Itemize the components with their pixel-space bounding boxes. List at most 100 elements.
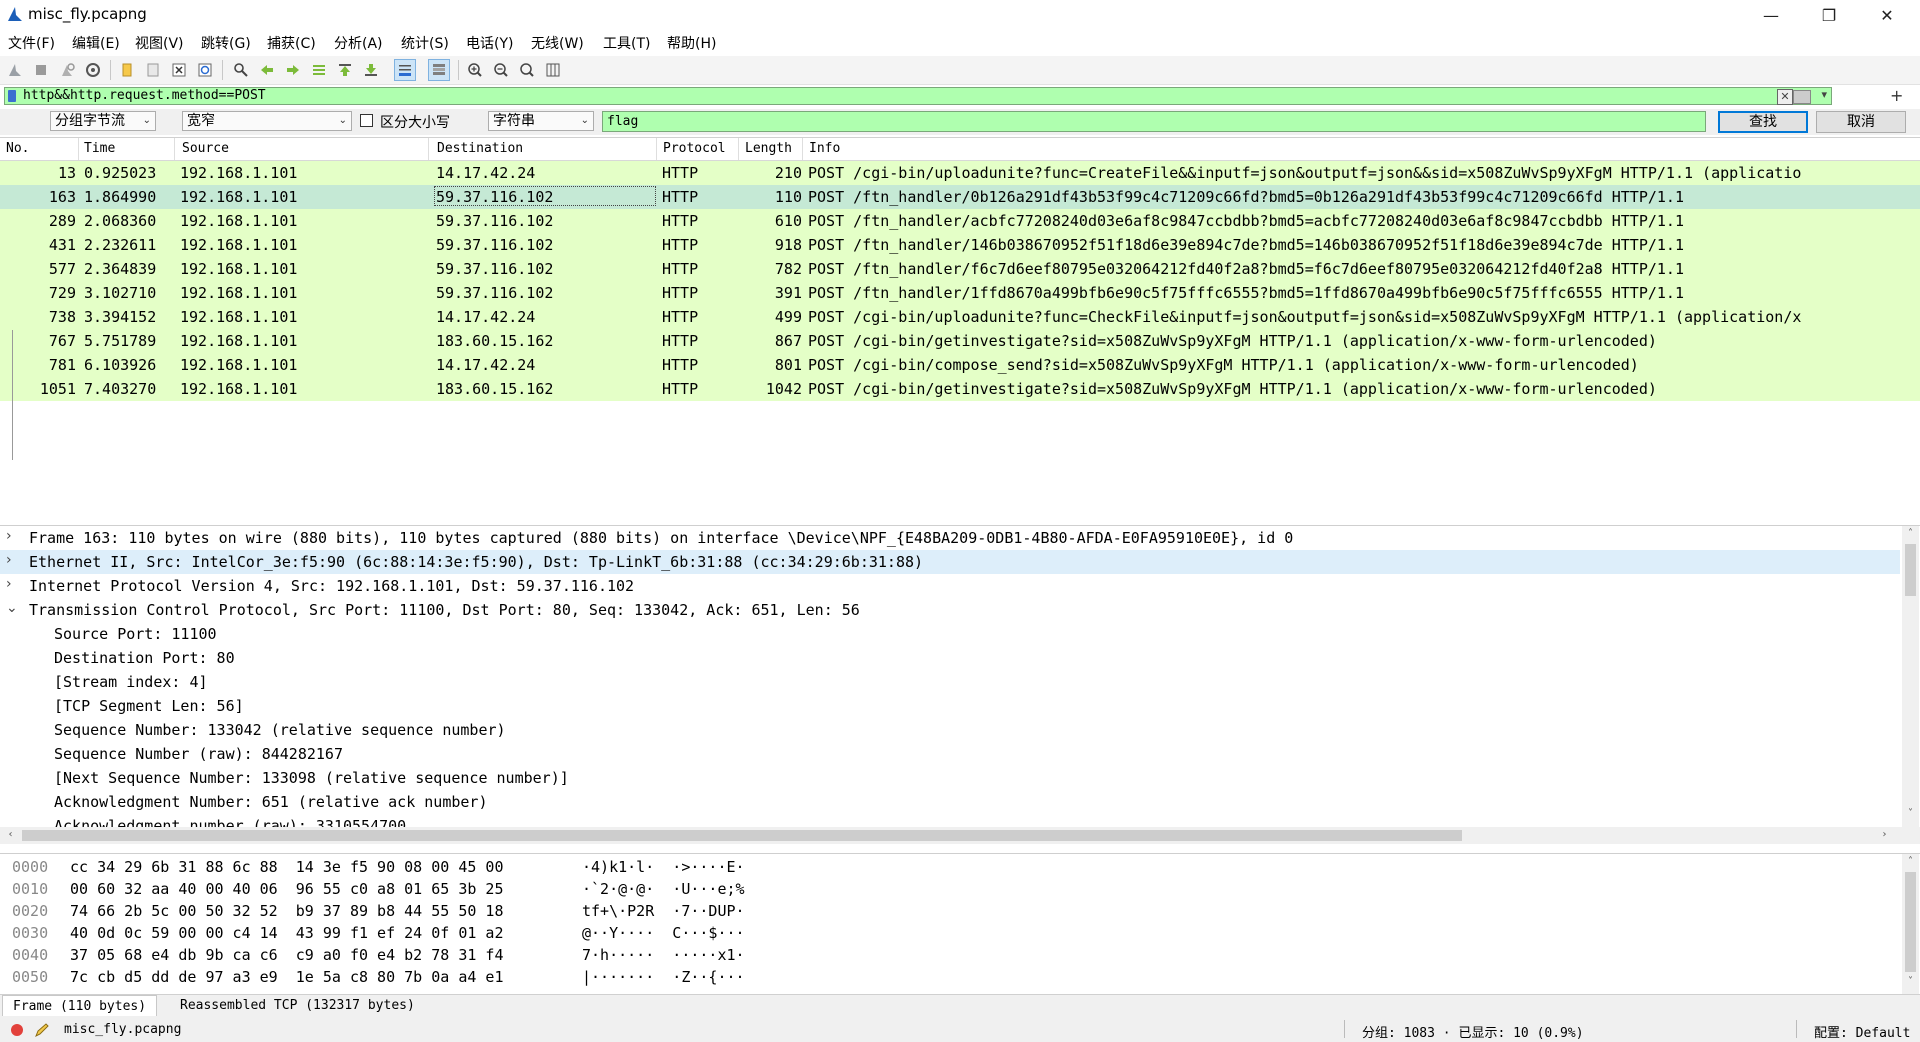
scroll-up-icon[interactable]: ˄ <box>1902 856 1919 867</box>
find-packet-icon[interactable] <box>230 59 252 81</box>
reload-file-icon[interactable] <box>194 59 216 81</box>
zoom-in-icon[interactable] <box>464 59 486 81</box>
close-file-icon[interactable] <box>168 59 190 81</box>
column-no[interactable]: No. <box>6 141 29 156</box>
detail-tree-item[interactable]: [Next Sequence Number: 133098 (relative … <box>0 766 1900 790</box>
bookmark-icon[interactable] <box>8 90 16 102</box>
go-last-icon[interactable] <box>360 59 382 81</box>
find-search-in-select[interactable]: 分组字节流 ⌄ <box>50 111 156 131</box>
menu-analyze[interactable]: 分析(A) <box>334 33 383 53</box>
column-info[interactable]: Info <box>809 141 840 156</box>
column-protocol[interactable]: Protocol <box>663 141 726 156</box>
table-row[interactable]: 163 1.864990 192.168.1.101 59.37.116.102 HTT… <box>0 185 1920 209</box>
column-source[interactable]: Source <box>182 141 229 156</box>
column-destination[interactable]: Destination <box>437 141 523 156</box>
hex-row[interactable]: 0020 74 66 2b 5c 00 50 32 52 b9 37 89 b8 … <box>0 902 900 924</box>
table-row[interactable]: 781 6.103926 192.168.1.101 14.17.42.24 HTTP P… <box>0 353 1920 377</box>
detail-tree-item[interactable]: › Frame 163: 110 bytes on wire (880 bits)… <box>0 526 1900 550</box>
menu-edit[interactable]: 编辑(E) <box>72 33 120 53</box>
chevron-right-icon[interactable]: › <box>6 528 12 544</box>
details-hscrollbar[interactable]: ‹ › <box>0 827 1920 844</box>
bytes-vscrollbar[interactable]: ˄ ˅ <box>1902 854 1919 994</box>
hex-row[interactable]: 0000 cc 34 29 6b 31 88 6c 88 14 3e f5 90 … <box>0 858 900 880</box>
hex-row[interactable]: 0010 00 60 32 aa 40 00 40 06 96 55 c0 a8 … <box>0 880 900 902</box>
apply-filter-icon[interactable] <box>1793 90 1811 104</box>
scroll-up-icon[interactable]: ˄ <box>1902 528 1919 539</box>
clear-filter-icon[interactable]: ✕ <box>1777 89 1793 105</box>
find-button[interactable]: 查找 <box>1718 111 1808 133</box>
scroll-left-icon[interactable]: ‹ <box>2 829 19 840</box>
table-row[interactable]: 1051 7.403270 192.168.1.101 183.60.15.162 HT… <box>0 377 1920 401</box>
find-type-select[interactable]: 字符串 ⌄ <box>488 111 594 131</box>
scroll-down-icon[interactable]: ˅ <box>1902 808 1919 819</box>
zoom-normal-icon[interactable] <box>516 59 538 81</box>
table-row[interactable]: 729 3.102710 192.168.1.101 59.37.116.102 HTT… <box>0 281 1920 305</box>
chevron-down-icon[interactable]: ⌄ <box>6 600 18 616</box>
detail-tree-item[interactable]: Sequence Number (raw): 844282167 <box>0 742 1900 766</box>
details-vscrollbar[interactable]: ˄ ˅ <box>1902 526 1919 828</box>
detail-tree-item[interactable]: › Ethernet II, Src: IntelCor_3e:f5:90 (6c… <box>0 550 1900 574</box>
detail-tree-item[interactable]: [TCP Segment Len: 56] <box>0 694 1900 718</box>
detail-tree-item[interactable]: ⌄ Transmission Control Protocol, Src Port… <box>0 598 1900 622</box>
close-button[interactable]: ✕ <box>1858 0 1916 30</box>
case-sensitive-checkbox[interactable] <box>360 114 373 127</box>
zoom-out-icon[interactable] <box>490 59 512 81</box>
menu-file[interactable]: 文件(F) <box>8 33 55 53</box>
restore-button[interactable]: ❐ <box>1800 0 1858 30</box>
menu-wireless[interactable]: 无线(W) <box>531 33 584 53</box>
column-time[interactable]: Time <box>84 141 115 156</box>
find-input[interactable]: flag <box>602 111 1706 132</box>
stop-capture-icon[interactable] <box>30 59 52 81</box>
go-back-icon[interactable] <box>256 59 278 81</box>
detail-tree-item[interactable]: Destination Port: 80 <box>0 646 1900 670</box>
open-file-icon[interactable] <box>116 59 138 81</box>
scroll-thumb[interactable] <box>1905 544 1916 596</box>
table-row[interactable]: 13 0.925023 192.168.1.101 14.17.42.24 HTTP PO… <box>0 161 1920 185</box>
detail-tree-item[interactable]: Source Port: 11100 <box>0 622 1900 646</box>
save-file-icon[interactable] <box>142 59 164 81</box>
menu-tools[interactable]: 工具(T) <box>603 33 650 53</box>
add-filter-button-icon[interactable]: + <box>1890 86 1903 105</box>
scroll-down-icon[interactable]: ˅ <box>1902 976 1919 987</box>
auto-scroll-icon[interactable] <box>394 59 416 81</box>
detail-tree-item[interactable]: Sequence Number: 133042 (relative sequen… <box>0 718 1900 742</box>
table-row[interactable]: 767 5.751789 192.168.1.101 183.60.15.162 HTT… <box>0 329 1920 353</box>
tab-reassembled-tcp[interactable]: Reassembled TCP (132317 bytes) <box>170 995 425 1016</box>
table-row[interactable]: 577 2.364839 192.168.1.101 59.37.116.102 HTT… <box>0 257 1920 281</box>
resize-columns-icon[interactable] <box>542 59 564 81</box>
column-length[interactable]: Length <box>745 141 792 156</box>
menu-statistics[interactable]: 统计(S) <box>401 33 449 53</box>
cancel-find-button[interactable]: 取消 <box>1816 111 1906 133</box>
detail-tree-item[interactable]: Acknowledgment Number: 651 (relative ack… <box>0 790 1900 814</box>
display-filter-input[interactable]: http&&http.request.method==POST ✕ ▾ <box>4 87 1832 105</box>
find-char-width-select[interactable]: 宽窄 ⌄ <box>182 111 352 131</box>
minimize-button[interactable]: — <box>1742 0 1800 30</box>
hex-row[interactable]: 0030 40 0d 0c 59 00 00 c4 14 43 99 f1 ef … <box>0 924 900 946</box>
menu-help[interactable]: 帮助(H) <box>667 33 716 53</box>
scroll-right-icon[interactable]: › <box>1876 829 1893 840</box>
scroll-thumb[interactable] <box>22 830 1462 841</box>
detail-tree-item[interactable]: Acknowledgment number (raw): 3310554700 <box>0 814 1900 828</box>
menu-view[interactable]: 视图(V) <box>135 33 184 53</box>
hex-row[interactable]: 0040 37 05 68 e4 db 9b ca c6 c9 a0 f0 e4 … <box>0 946 900 968</box>
restart-capture-icon[interactable] <box>56 59 78 81</box>
capture-options-icon[interactable] <box>82 59 104 81</box>
expert-info-icon[interactable] <box>10 1023 24 1037</box>
tab-frame-bytes[interactable]: Frame (110 bytes) <box>2 995 158 1016</box>
status-profile[interactable]: 配置: Default <box>1814 1022 1910 1041</box>
menu-capture[interactable]: 捕获(C) <box>267 33 316 53</box>
shark-fin-start-icon[interactable] <box>4 59 26 81</box>
table-row[interactable]: 289 2.068360 192.168.1.101 59.37.116.102 HTT… <box>0 209 1920 233</box>
chevron-right-icon[interactable]: › <box>6 552 12 568</box>
menu-go[interactable]: 跳转(G) <box>201 33 251 53</box>
display-filter-text[interactable]: http&&http.request.method==POST <box>23 88 266 103</box>
go-first-icon[interactable] <box>334 59 356 81</box>
edit-comment-icon[interactable] <box>34 1022 50 1038</box>
detail-tree-item[interactable]: › Internet Protocol Version 4, Src: 192.1… <box>0 574 1900 598</box>
chevron-right-icon[interactable]: › <box>6 576 12 592</box>
scroll-thumb[interactable] <box>1905 872 1916 972</box>
hex-row[interactable]: 0050 7c cb d5 dd de 97 a3 e9 1e 5a c8 80 … <box>0 968 900 990</box>
go-forward-icon[interactable] <box>282 59 304 81</box>
table-row[interactable]: 431 2.232611 192.168.1.101 59.37.116.102 HTT… <box>0 233 1920 257</box>
go-to-packet-icon[interactable] <box>308 59 330 81</box>
